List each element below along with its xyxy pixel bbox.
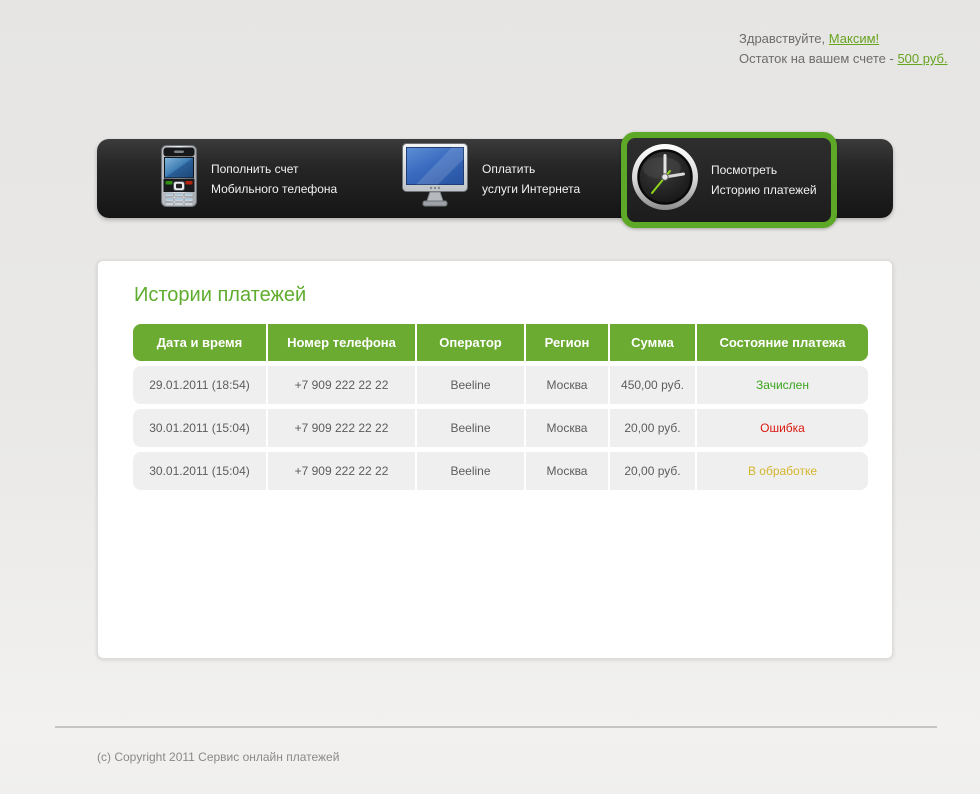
cell-phone: +7 909 222 22 22 xyxy=(268,409,417,447)
table-row: 30.01.2011 (15:04) +7 909 222 22 22 Beel… xyxy=(133,409,868,447)
cell-operator: Beeline xyxy=(417,366,526,404)
cell-datetime: 30.01.2011 (15:04) xyxy=(133,452,268,490)
nav-label-line1: Посмотреть xyxy=(711,163,778,177)
greeting-prefix: Здравствуйте, xyxy=(739,31,826,46)
cell-operator: Beeline xyxy=(417,452,526,490)
nav-label-line1: Оплатить xyxy=(482,161,536,176)
nav-label-line2: Мобильного телефона xyxy=(211,181,338,196)
cell-datetime: 29.01.2011 (18:54) xyxy=(133,366,268,404)
page-title: Истории платежей xyxy=(134,284,307,306)
payments-table: Дата и время Номер телефона Оператор Рег… xyxy=(133,324,868,490)
cell-amount: 20,00 руб. xyxy=(610,452,697,490)
column-header-status: Состояние платежа xyxy=(719,335,846,350)
column-header-datetime: Дата и время xyxy=(133,324,268,361)
nav-item-payment-history[interactable]: Посмотреть Историю платежей xyxy=(621,132,837,228)
nav-item-pay-internet[interactable]: Оплатить услуги Интернета xyxy=(402,139,580,218)
payment-history-panel: Истории платежей Дата и время Номер теле… xyxy=(97,260,893,659)
balance-link[interactable]: 500 руб. xyxy=(897,51,947,66)
main-nav: Пополнить счет Мобильного телефона Оплат… xyxy=(97,132,893,228)
status-badge: Зачислен xyxy=(756,378,809,392)
cell-region: Москва xyxy=(526,366,610,404)
column-header-operator: Оператор xyxy=(417,324,526,361)
table-row: 30.01.2011 (15:04) +7 909 222 22 22 Beel… xyxy=(133,452,868,490)
nav-label-line2: услуги Интернета xyxy=(482,181,581,196)
status-badge: Ошибка xyxy=(760,421,805,435)
status-badge: В обработке xyxy=(747,464,818,478)
balance-line: Остаток на вашем счете - 500 руб. xyxy=(739,49,948,69)
footer-divider xyxy=(55,726,937,728)
table-row: 29.01.2011 (18:54) +7 909 222 22 22 Beel… xyxy=(133,366,868,404)
balance-prefix: Остаток на вашем счете - xyxy=(739,51,894,66)
nav-label-line1: Пополнить счет xyxy=(211,161,299,176)
cell-phone: +7 909 222 22 22 xyxy=(268,366,417,404)
cell-region: Москва xyxy=(526,452,610,490)
mobile-phone-icon xyxy=(161,144,197,213)
clock-icon xyxy=(631,143,699,217)
nav-item-topup-mobile[interactable]: Пополнить счет Мобильного телефона xyxy=(161,139,337,218)
table-header-row: Дата и время Номер телефона Оператор Рег… xyxy=(133,324,868,361)
cell-operator: Beeline xyxy=(417,409,526,447)
nav-label-line2: Историю платежей xyxy=(711,183,817,197)
column-header-region: Регион xyxy=(526,324,610,361)
column-header-amount: Сумма xyxy=(610,324,697,361)
cell-datetime: 30.01.2011 (15:04) xyxy=(133,409,268,447)
monitor-icon xyxy=(402,142,468,215)
cell-amount: 450,00 руб. xyxy=(610,366,697,404)
cell-region: Москва xyxy=(526,409,610,447)
greeting-block: Здравствуйте, Максим! Остаток на вашем с… xyxy=(739,29,948,69)
footer-copyright: (c) Copyright 2011 Сервис онлайн платеже… xyxy=(97,750,340,764)
cell-phone: +7 909 222 22 22 xyxy=(268,452,417,490)
greeting-line: Здравствуйте, Максим! xyxy=(739,29,948,49)
column-header-phone: Номер телефона xyxy=(268,324,417,361)
cell-amount: 20,00 руб. xyxy=(610,409,697,447)
username-link[interactable]: Максим! xyxy=(829,31,879,46)
